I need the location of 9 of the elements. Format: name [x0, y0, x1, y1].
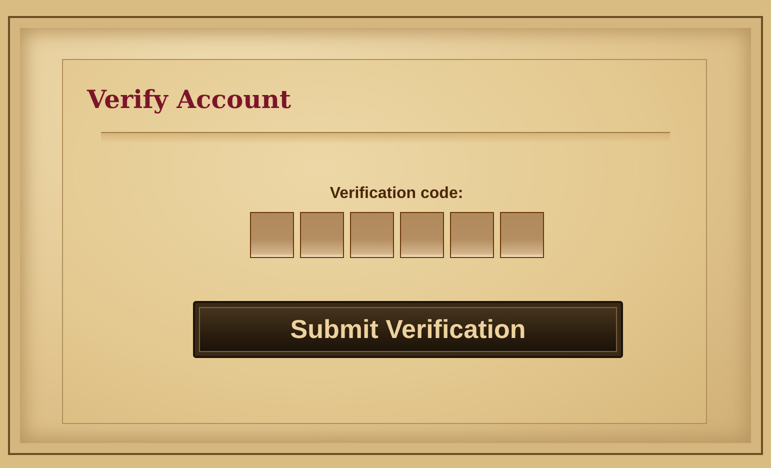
code-digit-field[interactable]: [350, 212, 394, 258]
code-digit-field[interactable]: [500, 212, 544, 258]
panel-title: Verify Account: [87, 84, 292, 116]
code-digit-field[interactable]: [300, 212, 344, 258]
code-digit-field[interactable]: [400, 212, 444, 258]
code-label: Verification code:: [330, 185, 464, 203]
submit-button[interactable]: Submit Verification: [193, 301, 623, 358]
code-digit-field[interactable]: [450, 212, 494, 258]
code-digit-field[interactable]: [250, 212, 294, 258]
